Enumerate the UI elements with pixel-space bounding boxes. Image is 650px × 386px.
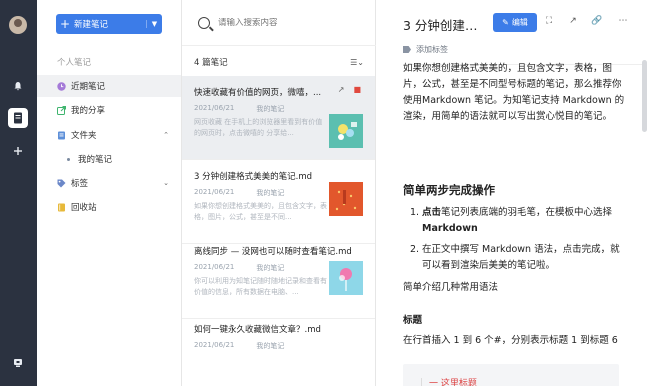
- add-tag-button[interactable]: 添加标签: [403, 44, 448, 55]
- list-header: 4 篇笔记 ☰⌄: [194, 56, 364, 69]
- edit-button[interactable]: ✎ 编辑: [493, 13, 537, 32]
- search-icon: [198, 16, 210, 29]
- pencil-icon: ✎: [502, 18, 509, 27]
- list-item[interactable]: 离线同步 — 没网也可以随时查看笔记.md 2021/06/21 我的笔记 你可…: [182, 235, 375, 319]
- sidebar-item-label: 近期笔记: [71, 82, 106, 92]
- note-date: 2021/06/21: [194, 263, 235, 271]
- note-preview: 你可以利用为知笔记随时随地记录和查看有价值的信息，所有数据在电脑、...: [194, 277, 327, 296]
- scrollbar[interactable]: [642, 60, 647, 132]
- code-block: 一 这里标题: [403, 364, 619, 386]
- sidebar: + 新建笔记 ▼ 个人笔记 近期笔记 我的分享 文件夹 ⌃ 我的笔记 标签 ⌄ …: [37, 0, 182, 386]
- fullscreen-icon[interactable]: ⛶: [542, 16, 556, 26]
- plus-icon: +: [59, 17, 71, 31]
- note-date: 2021/06/21: [194, 341, 235, 349]
- more-icon[interactable]: ⋯: [616, 16, 630, 26]
- delete-icon[interactable]: ■: [353, 85, 361, 94]
- note-thumbnail: [329, 114, 363, 148]
- list-number: 2.: [410, 244, 420, 255]
- new-note-label: 新建笔记: [74, 20, 109, 30]
- sidebar-item-my-notes[interactable]: 我的笔记: [37, 148, 181, 170]
- note-folder: 我的笔记: [256, 189, 285, 197]
- tag-icon: [57, 179, 66, 188]
- note-meta: 2021/06/21 我的笔记: [194, 104, 363, 114]
- search-bar: [182, 0, 376, 46]
- edit-label: 编辑: [511, 18, 528, 27]
- heading-h2: 简单两步完成操作: [403, 183, 495, 197]
- heading-h3: 标题: [403, 315, 423, 326]
- sidebar-item-folders[interactable]: 文件夹 ⌃: [37, 124, 181, 146]
- list-item-step-1: 1. 点击笔记列表底端的羽毛笔，在模板中心选择 Markdown: [410, 205, 625, 237]
- note-title: 离线同步 — 没网也可以随时查看笔记.md: [194, 247, 352, 257]
- note-preview: 网页收藏 在手机上的浏览器里看到有价值的网页时，点击微嘻的 分享给...: [194, 118, 323, 137]
- paragraph: 在行首插入 1 到 6 个#，分别表示标题 1 到标题 6: [403, 335, 618, 346]
- note-folder: 我的笔记: [256, 105, 285, 113]
- sidebar-item-trash[interactable]: 回收站: [37, 196, 181, 218]
- share-icon: [57, 105, 66, 115]
- note-title: 3 分钟创建格式美美的笔记.md: [194, 172, 312, 182]
- open-external-icon[interactable]: ↗: [566, 16, 580, 26]
- bell-icon[interactable]: [10, 78, 26, 94]
- paragraph: 简单介绍几种常用语法: [403, 282, 499, 293]
- note-body[interactable]: 如果你想创建格式美美的，且包含文字，表格，图片，公式，甚至是不同型号标题的笔记，…: [403, 62, 646, 386]
- clock-icon: [57, 81, 66, 91]
- tag-icon: [403, 46, 411, 53]
- note-thumbnail: [329, 261, 363, 295]
- note-list-panel: 4 篇笔记 ☰⌄ 快速收藏有价值的网页，微嘻，... 2021/06/21 我的…: [182, 0, 376, 386]
- note-thumbnail: [329, 182, 363, 216]
- avatar[interactable]: [9, 16, 27, 34]
- note-date: 2021/06/21: [194, 188, 235, 196]
- app-rail: [0, 0, 37, 386]
- sidebar-item-label: 标签: [71, 179, 89, 189]
- trash-icon: [57, 203, 66, 212]
- link-icon[interactable]: 🔗: [590, 16, 604, 26]
- note-title: 如何一键永久收藏微信文章？.md: [194, 325, 321, 335]
- code-gutter: [421, 378, 422, 386]
- add-tag-label: 添加标签: [416, 45, 448, 54]
- note-title: 3 分钟创建格...: [403, 18, 489, 33]
- sidebar-item-label: 我的分享: [71, 106, 106, 116]
- paragraph-intro: 如果你想创建格式美美的，且包含文字，表格，图片，公式，甚至是不同型号标题的笔记，…: [403, 63, 625, 122]
- open-external-icon[interactable]: ↗: [338, 85, 345, 94]
- folder-icon: [57, 131, 66, 140]
- dot-icon: [67, 157, 70, 161]
- plus-icon[interactable]: [10, 143, 26, 159]
- notes-icon[interactable]: [8, 108, 28, 128]
- chevron-down-icon[interactable]: ▼: [146, 20, 162, 28]
- step-text: 笔记列表底端的羽毛笔，在模板中心选择: [441, 207, 613, 218]
- chevron-up-icon[interactable]: ⌃: [163, 131, 169, 139]
- note-folder: 我的笔记: [256, 264, 285, 272]
- step-text: 在正文中撰写 Markdown 语法，点击完成，就可以看到渲染后美美的笔记啦。: [422, 244, 620, 271]
- sidebar-item-tags[interactable]: 标签 ⌄: [37, 172, 181, 194]
- note-title: 快速收藏有价值的网页，微嘻，...: [194, 88, 322, 98]
- bold-text: Markdown: [422, 223, 478, 234]
- sidebar-item-share[interactable]: 我的分享: [37, 99, 181, 121]
- sidebar-item-label: 回收站: [71, 203, 97, 213]
- new-note-button[interactable]: + 新建笔记 ▼: [56, 14, 162, 34]
- note-count: 4 篇笔记: [194, 58, 228, 68]
- settings-icon[interactable]: [10, 355, 26, 371]
- note-preview: 如果你想创建格式美美的，且包含文字，表格，图片，公式，甚至是不同...: [194, 202, 327, 221]
- note-actions: ↗ ■: [338, 85, 361, 94]
- bold-text: 点击: [422, 207, 442, 218]
- list-item[interactable]: 如何一键永久收藏微信文章？.md 2021/06/21 我的笔记: [182, 313, 375, 386]
- chevron-down-icon[interactable]: ⌄: [163, 179, 169, 187]
- section-title: 个人笔记: [57, 58, 92, 68]
- sidebar-item-recent[interactable]: 近期笔记: [37, 75, 181, 97]
- sidebar-item-label: 文件夹: [71, 131, 97, 141]
- list-item[interactable]: 快速收藏有价值的网页，微嘻，... 2021/06/21 我的笔记 网页收藏 在…: [182, 76, 375, 160]
- code-text: 一 这里标题: [429, 379, 477, 386]
- search-input[interactable]: [218, 17, 358, 28]
- list-item[interactable]: 3 分钟创建格式美美的笔记.md 2021/06/21 我的笔记 如果你想创建格…: [182, 160, 375, 244]
- list-number: 1.: [410, 207, 420, 218]
- list-item-step-2: 2. 在正文中撰写 Markdown 语法，点击完成，就可以看到渲染后美美的笔记…: [410, 242, 625, 274]
- sidebar-item-label: 我的笔记: [78, 155, 113, 165]
- note-folder: 我的笔记: [256, 342, 285, 350]
- note-date: 2021/06/21: [194, 104, 235, 112]
- editor-panel: 3 分钟创建格... ✎ 编辑 ⛶ ↗ 🔗 ⋯ 添加标签 如果你想创建格式美美的…: [376, 0, 650, 386]
- note-meta: 2021/06/21 我的笔记: [194, 341, 363, 351]
- sort-icon[interactable]: ☰⌄: [350, 58, 364, 67]
